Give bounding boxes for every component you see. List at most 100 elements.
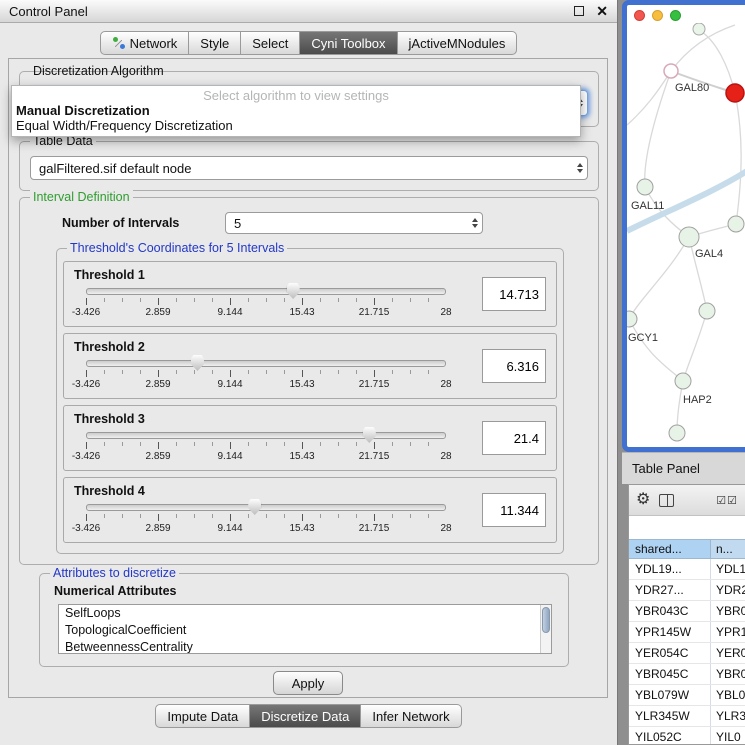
attribute-list-item[interactable]: TopologicalCoefficient bbox=[59, 622, 551, 639]
table-cell[interactable]: YER054C bbox=[629, 643, 711, 663]
table-cell[interactable]: YPR145W bbox=[629, 622, 711, 642]
scale-label: 21.715 bbox=[359, 307, 390, 318]
slider-ticks bbox=[86, 514, 446, 522]
table-row[interactable]: YLR345WYLR3 bbox=[629, 706, 745, 727]
table-cell[interactable]: YDL1 bbox=[711, 559, 745, 579]
network-node[interactable] bbox=[664, 64, 678, 78]
mac-minimize-icon[interactable] bbox=[652, 10, 663, 21]
column-header[interactable]: n... bbox=[711, 540, 745, 558]
tab-impute-data[interactable]: Impute Data bbox=[155, 704, 250, 728]
dropdown-placeholder-item: Select algorithm to view settings bbox=[12, 88, 580, 103]
network-node[interactable] bbox=[728, 216, 744, 232]
table-row[interactable]: YDL19...YDL1 bbox=[629, 559, 745, 580]
threshold-slider[interactable]: -3.4262.8599.14415.4321.71528 bbox=[86, 504, 446, 535]
network-node-selected[interactable] bbox=[726, 84, 744, 102]
network-view-panel[interactable]: GAL80GAL11GAL4GCY1HAP2 bbox=[622, 0, 745, 452]
network-canvas[interactable]: GAL80GAL11GAL4GCY1HAP2 bbox=[627, 23, 745, 452]
network-node[interactable] bbox=[669, 425, 685, 441]
network-node[interactable] bbox=[637, 179, 653, 195]
slider-track[interactable] bbox=[86, 504, 446, 511]
dropdown-item-manual-discretization[interactable]: Manual Discretization bbox=[12, 103, 580, 118]
columns-icon[interactable] bbox=[659, 494, 674, 507]
slider-thumb[interactable] bbox=[248, 499, 261, 515]
table-data-group: Table Data galFiltered.sif default node bbox=[19, 141, 599, 191]
scrollbar-thumb[interactable] bbox=[542, 607, 550, 633]
float-window-icon[interactable] bbox=[574, 6, 584, 16]
threshold-value-field[interactable] bbox=[482, 493, 546, 527]
scale-label: 15.43 bbox=[289, 379, 314, 390]
table-row[interactable]: YPR145WYPR1 bbox=[629, 622, 745, 643]
gear-icon[interactable]: ⚙ bbox=[636, 492, 650, 508]
stepper-icon bbox=[472, 218, 478, 228]
table-cell[interactable]: YBR0 bbox=[711, 601, 745, 621]
tab-infer-network[interactable]: Infer Network bbox=[361, 704, 461, 728]
table-row[interactable]: YER054CYER0 bbox=[629, 643, 745, 664]
numerical-attributes-list: SelfLoopsTopologicalCoefficientBetweenne… bbox=[58, 604, 552, 654]
group-title: Threshold's Coordinates for 5 Intervals bbox=[67, 241, 287, 255]
apply-button[interactable]: Apply bbox=[273, 671, 343, 695]
tab-label: jActiveMNodules bbox=[409, 36, 506, 51]
tab-select[interactable]: Select bbox=[241, 31, 300, 55]
slider-thumb[interactable] bbox=[287, 283, 300, 299]
threshold-slider[interactable]: -3.4262.8599.14415.4321.71528 bbox=[86, 432, 446, 463]
number-of-intervals-combobox[interactable]: 5 bbox=[225, 212, 483, 234]
tab-style[interactable]: Style bbox=[189, 31, 241, 55]
network-node[interactable] bbox=[693, 23, 705, 35]
table-cell[interactable]: YIL052C bbox=[629, 727, 711, 745]
table-cell[interactable]: YBR045C bbox=[629, 664, 711, 684]
slider-thumb[interactable] bbox=[191, 355, 204, 371]
threshold-slider[interactable]: -3.4262.8599.14415.4321.71528 bbox=[86, 288, 446, 319]
table-cell[interactable]: YPR1 bbox=[711, 622, 745, 642]
number-of-intervals-value: 5 bbox=[234, 216, 241, 231]
threshold-value-field[interactable] bbox=[482, 349, 546, 383]
slider-track[interactable] bbox=[86, 432, 446, 439]
table-cell[interactable]: YIL0 bbox=[711, 727, 745, 745]
attribute-list-item[interactable]: BetweennessCentrality bbox=[59, 639, 551, 654]
attribute-list-item[interactable]: SelfLoops bbox=[59, 605, 551, 622]
tab-jactivemnodules[interactable]: jActiveMNodules bbox=[398, 31, 518, 55]
table-row[interactable]: YBL079WYBL0 bbox=[629, 685, 745, 706]
dropdown-item-equal-width-frequency[interactable]: Equal Width/Frequency Discretization bbox=[12, 118, 580, 133]
table-row[interactable]: YBR043CYBR0 bbox=[629, 601, 745, 622]
slider-track[interactable] bbox=[86, 360, 446, 367]
table-cell[interactable]: YBL079W bbox=[629, 685, 711, 705]
mac-close-icon[interactable] bbox=[634, 10, 645, 21]
threshold-panel-4: Threshold 4-3.4262.8599.14415.4321.71528 bbox=[63, 477, 557, 543]
slider-scale: -3.4262.8599.14415.4321.71528 bbox=[86, 307, 446, 319]
table-cell[interactable]: YLR3 bbox=[711, 706, 745, 726]
tab-label: Network bbox=[130, 36, 178, 51]
list-scrollbar[interactable] bbox=[540, 605, 551, 653]
table-cell[interactable]: YDL19... bbox=[629, 559, 711, 579]
network-node[interactable] bbox=[675, 373, 691, 389]
table-cell[interactable]: YDR2 bbox=[711, 580, 745, 600]
table-row[interactable]: YDR27...YDR2 bbox=[629, 580, 745, 601]
number-of-intervals-label: Number of Intervals bbox=[62, 216, 179, 230]
slider-track[interactable] bbox=[86, 288, 446, 295]
threshold-value-field[interactable] bbox=[482, 277, 546, 311]
bottom-tab-bar: Impute DataDiscretize DataInfer Network bbox=[0, 704, 617, 728]
table-cell[interactable]: YBR043C bbox=[629, 601, 711, 621]
table-cell[interactable]: YDR27... bbox=[629, 580, 711, 600]
table-cell[interactable]: YLR345W bbox=[629, 706, 711, 726]
select-columns-icons[interactable]: ☑☑ bbox=[716, 494, 738, 507]
table-row[interactable]: YBR045CYBR0 bbox=[629, 664, 745, 685]
slider-thumb[interactable] bbox=[363, 427, 376, 443]
close-icon[interactable]: ✕ bbox=[596, 6, 608, 16]
table-data-combobox[interactable]: galFiltered.sif default node bbox=[30, 156, 588, 180]
tab-discretize-data[interactable]: Discretize Data bbox=[250, 704, 361, 728]
scale-label: 15.43 bbox=[289, 307, 314, 318]
mac-zoom-icon[interactable] bbox=[670, 10, 681, 21]
threshold-value-field[interactable] bbox=[482, 421, 546, 455]
network-node[interactable] bbox=[699, 303, 715, 319]
table-cell[interactable]: YBL0 bbox=[711, 685, 745, 705]
column-header[interactable]: shared... bbox=[629, 540, 711, 558]
network-node[interactable] bbox=[627, 311, 637, 327]
table-cell[interactable]: YER0 bbox=[711, 643, 745, 663]
threshold-slider[interactable]: -3.4262.8599.14415.4321.71528 bbox=[86, 360, 446, 391]
threshold-panel-2: Threshold 2-3.4262.8599.14415.4321.71528 bbox=[63, 333, 557, 399]
table-cell[interactable]: YBR0 bbox=[711, 664, 745, 684]
tab-cyni-toolbox[interactable]: Cyni Toolbox bbox=[300, 31, 397, 55]
tab-network[interactable]: Network bbox=[100, 31, 190, 55]
table-row[interactable]: YIL052CYIL0 bbox=[629, 727, 745, 745]
network-node[interactable] bbox=[679, 227, 699, 247]
